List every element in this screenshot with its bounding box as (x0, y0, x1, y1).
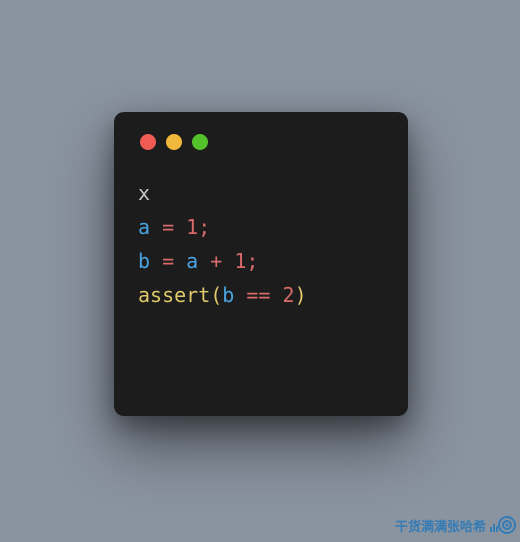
code-token: 1 (234, 249, 246, 273)
code-token: ; (246, 249, 258, 273)
code-token: a (138, 215, 150, 239)
watermark-text: 干货满满张哈希 (395, 516, 486, 535)
zoom-icon[interactable] (192, 134, 208, 150)
code-token: + (198, 249, 234, 273)
watermark: 干货满满张哈希 (395, 512, 516, 538)
code-token: x (138, 181, 150, 205)
code-block: x a = 1; b = a + 1; assert(b == 2) (138, 176, 384, 312)
close-icon[interactable] (140, 134, 156, 150)
code-token: ) (295, 283, 307, 307)
watermark-icon (490, 512, 516, 538)
code-token: = (150, 215, 186, 239)
code-token: 1 (186, 215, 198, 239)
code-token: 2 (283, 283, 295, 307)
code-token: b (138, 249, 150, 273)
code-token: ; (198, 215, 210, 239)
code-token: assert (138, 283, 210, 307)
code-window: x a = 1; b = a + 1; assert(b == 2) (114, 112, 408, 416)
code-token: ( (210, 283, 222, 307)
code-token: == (234, 283, 282, 307)
minimize-icon[interactable] (166, 134, 182, 150)
code-token: a (186, 249, 198, 273)
code-token: b (222, 283, 234, 307)
code-token: = (150, 249, 186, 273)
window-traffic-lights (140, 134, 384, 150)
